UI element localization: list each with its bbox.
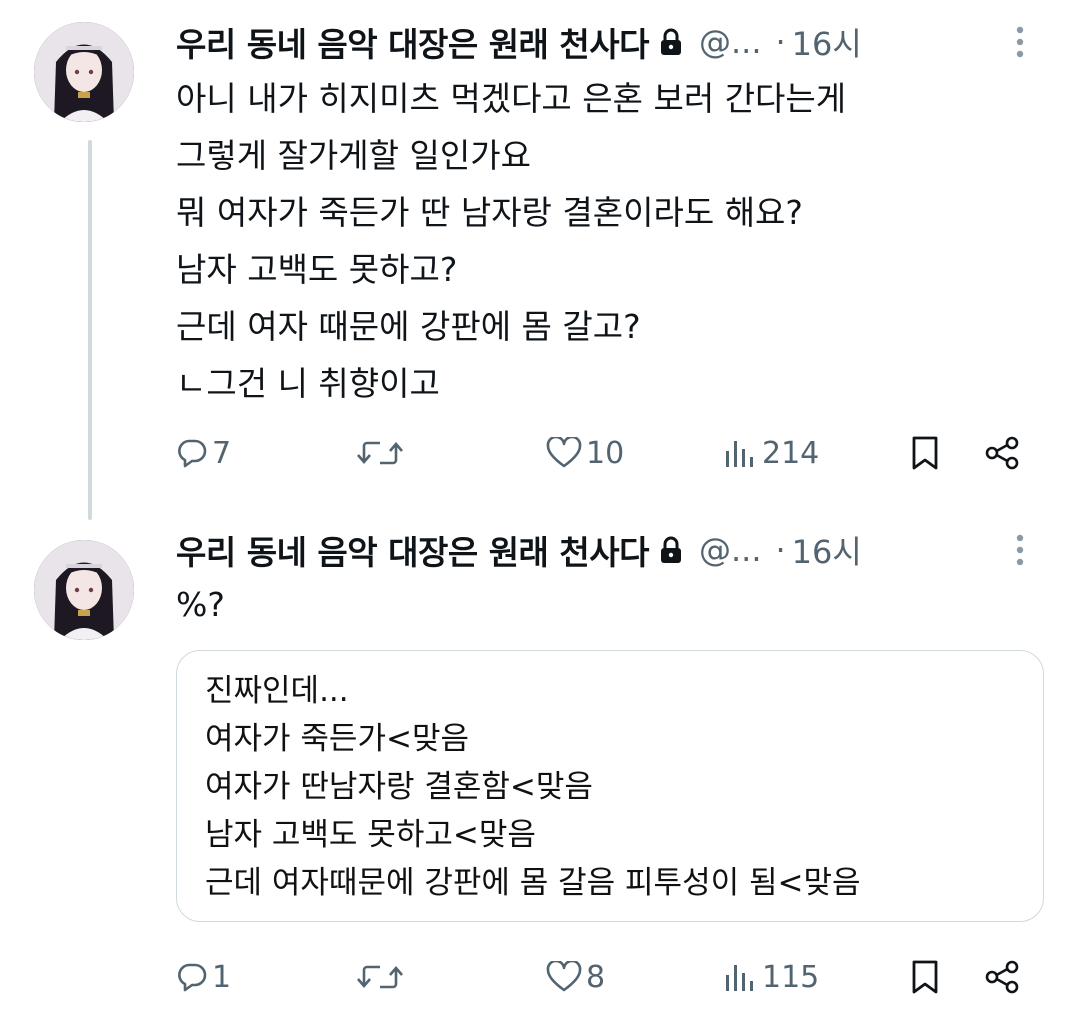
text-line: 근데 여자 때문에 강판에 몸 갈고?	[176, 307, 641, 346]
separator-dot: ·	[775, 23, 786, 61]
text-line: %?	[176, 585, 225, 624]
retweet-button[interactable]	[356, 428, 404, 478]
text-line: 그렇게 잘가게할 일인가요	[176, 136, 531, 175]
tweet-text: %?	[176, 576, 1040, 633]
share-button[interactable]	[984, 428, 1020, 478]
quote-line: 남자 고백도 못하고<맞음	[205, 817, 536, 853]
author-handle[interactable]: @...	[699, 23, 762, 61]
lock-icon	[659, 536, 683, 564]
bookmark-button[interactable]	[910, 952, 940, 1002]
like-count: 10	[586, 435, 625, 471]
view-count: 214	[762, 435, 820, 471]
author-name[interactable]: 우리 동네 음악 대장은 원래 천사다	[176, 18, 649, 66]
author-name[interactable]: 우리 동네 음악 대장은 원래 천사다	[176, 526, 649, 574]
action-bar: 7 10 214	[176, 428, 1036, 478]
bookmark-button[interactable]	[910, 428, 940, 478]
action-bar: 1 8 115	[176, 952, 1036, 1002]
share-icon	[984, 435, 1020, 471]
reply-button[interactable]: 1	[176, 952, 231, 1002]
view-count: 115	[762, 959, 820, 995]
text-line: 아니 내가 히지미츠 먹겠다고 은혼 보러 간다는게	[176, 79, 847, 118]
tweet-2[interactable]: 우리 동네 음악 대장은 원래 천사다 @... · 16시 %? 진짜인데..…	[0, 520, 1080, 1009]
retweet-icon	[356, 437, 404, 469]
author-handle[interactable]: @...	[699, 531, 762, 569]
like-button[interactable]: 8	[546, 952, 605, 1002]
thread-line	[88, 140, 92, 520]
quote-line: 진짜인데...	[205, 673, 349, 709]
quote-line: 여자가 딴남자랑 결혼함<맞음	[205, 769, 593, 805]
retweet-button[interactable]	[356, 952, 404, 1002]
avatar[interactable]	[34, 540, 134, 640]
views-button[interactable]: 214	[724, 428, 819, 478]
tweet-header: 우리 동네 음악 대장은 원래 천사다 @... · 16시	[176, 520, 1040, 580]
text-line: ㄴ그건 니 취향이고	[176, 364, 440, 403]
heart-icon	[546, 961, 582, 993]
more-vertical-icon[interactable]	[1000, 18, 1040, 66]
tweet-header: 우리 동네 음악 대장은 원래 천사다 @... · 16시	[176, 12, 1040, 72]
views-button[interactable]: 115	[724, 952, 819, 1002]
share-icon	[984, 959, 1020, 995]
views-chart-icon	[724, 437, 758, 469]
timestamp[interactable]: 16시	[792, 527, 862, 573]
heart-icon	[546, 437, 582, 469]
reply-count: 7	[212, 435, 232, 471]
more-vertical-icon[interactable]	[1000, 526, 1040, 574]
timestamp[interactable]: 16시	[792, 19, 862, 65]
retweet-icon	[356, 961, 404, 993]
bookmark-icon	[910, 435, 940, 471]
bookmark-icon	[910, 959, 940, 995]
lock-icon	[659, 28, 683, 56]
like-count: 8	[586, 959, 606, 995]
views-chart-icon	[724, 961, 758, 993]
reply-icon	[176, 437, 208, 469]
like-button[interactable]: 10	[546, 428, 624, 478]
tweet-1[interactable]: 우리 동네 음악 대장은 원래 천사다 @... · 16시 아니 내가 히지미…	[0, 0, 1080, 520]
reply-count: 1	[212, 959, 232, 995]
quoted-image[interactable]: 진짜인데... 여자가 죽든가<맞음 여자가 딴남자랑 결혼함<맞음 남자 고백…	[176, 650, 1044, 922]
reply-icon	[176, 961, 208, 993]
text-line: 뭐 여자가 죽든가 딴 남자랑 결혼이라도 해요?	[176, 193, 803, 232]
separator-dot: ·	[775, 531, 786, 569]
quote-line: 여자가 죽든가<맞음	[205, 721, 469, 757]
reply-button[interactable]: 7	[176, 428, 231, 478]
text-line: 남자 고백도 못하고?	[176, 250, 458, 289]
share-button[interactable]	[984, 952, 1020, 1002]
avatar[interactable]	[34, 22, 134, 122]
quote-line: 근데 여자때문에 강판에 몸 갈음 피투성이 됨<맞음	[205, 865, 861, 901]
tweet-text: 아니 내가 히지미츠 먹겠다고 은혼 보러 간다는게 그렇게 잘가게할 일인가요…	[176, 70, 1040, 412]
